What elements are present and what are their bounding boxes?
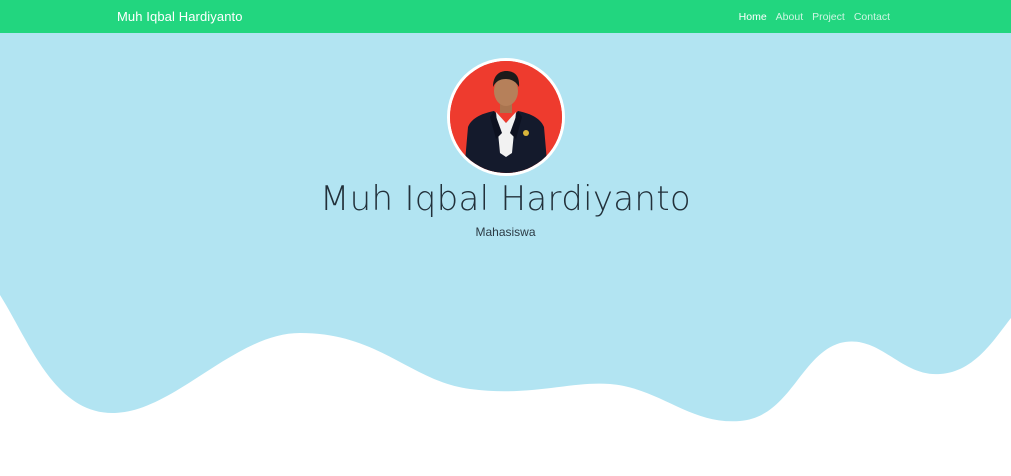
nav-link-home[interactable]: Home [739,10,767,24]
avatar [447,58,565,176]
person-photo-icon [450,61,562,173]
nav-links: Home About Project Contact [739,10,890,24]
nav-link-contact[interactable]: Contact [854,10,890,24]
navbar-brand[interactable]: Muh Iqbal Hardiyanto [117,8,243,25]
hero-section: Muh Iqbal Hardiyanto Mahasiswa [0,33,1011,476]
nav-link-project[interactable]: Project [812,10,845,24]
navbar: Muh Iqbal Hardiyanto Home About Project … [0,0,1011,33]
profile-photo [450,61,562,173]
hero-role: Mahasiswa [475,225,536,239]
nav-link-about[interactable]: About [776,10,803,24]
hero-name: Muh Iqbal Hardiyanto [320,179,691,219]
